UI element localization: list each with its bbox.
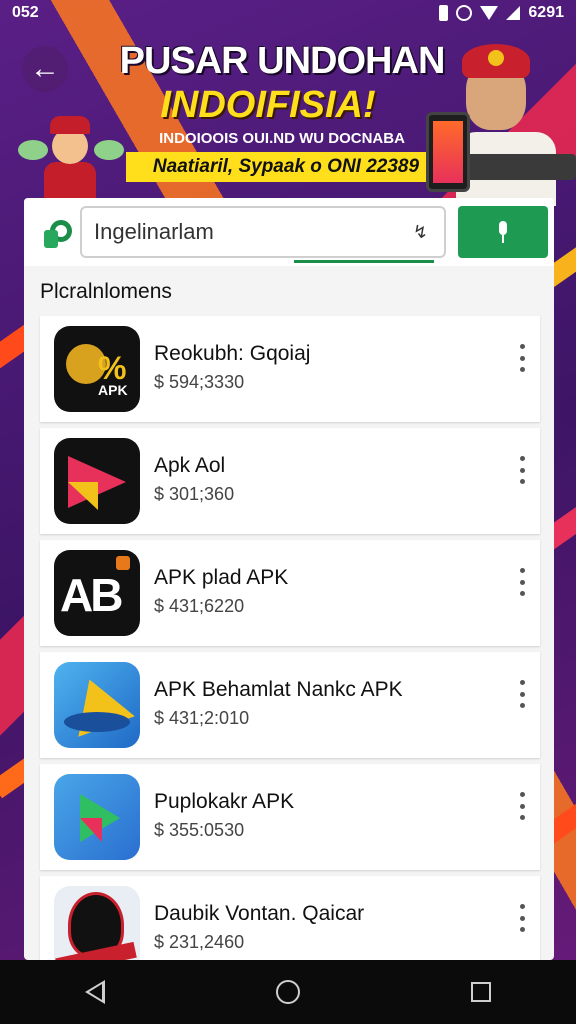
- status-bar: 052 6291: [0, 0, 576, 26]
- more-vert-icon[interactable]: [516, 344, 528, 372]
- back-arrow-icon: ←: [30, 52, 60, 85]
- banner-headline: INDOIFISIA!: [160, 84, 376, 126]
- app-list: % APK Reokubh: Gqoiaj $ 594;3330 Apk Aol…: [40, 316, 540, 960]
- app-size: $ 355:0530: [154, 820, 245, 840]
- list-item[interactable]: Apk Aol $ 301;360: [40, 428, 540, 534]
- search-logo-icon: [44, 216, 78, 250]
- triangle-play-icon: [54, 438, 140, 524]
- voice-wave-icon[interactable]: ↯: [413, 222, 428, 243]
- section-title: Plcralnlomens: [40, 280, 172, 303]
- mascot-illustration: [18, 114, 124, 204]
- promo-banner[interactable]: ← PUSAR UNDOHAN INDOIFISIA! INDOIOOIS OU…: [0, 26, 576, 206]
- notification-icon: [439, 5, 449, 21]
- navigation-bar: [0, 960, 576, 1024]
- app-size: $ 594;3330: [154, 372, 245, 392]
- shield-emblem-icon: [54, 886, 140, 960]
- search-input[interactable]: Ingelinarlam ↯: [80, 206, 446, 258]
- search-row: Ingelinarlam ↯: [24, 198, 554, 266]
- list-item[interactable]: AB APK plad APK $ 431;6220: [40, 540, 540, 646]
- banner-strip: Naatiaril, Sypaak o ONI 22389: [126, 152, 446, 182]
- paper-plane-icon: [54, 662, 140, 748]
- list-item[interactable]: Puplokakr APK $ 355:0530: [40, 764, 540, 870]
- app-name: APK plad APK: [154, 566, 289, 589]
- more-vert-icon[interactable]: [516, 456, 528, 484]
- status-left-text: 052: [12, 4, 39, 21]
- app-name: Apk Aol: [154, 454, 226, 477]
- mic-icon: [496, 221, 510, 243]
- app-name: Daubik Vontan. Qaicar: [154, 902, 365, 925]
- app-name: Reokubh: Gqoiaj: [154, 342, 311, 365]
- back-button[interactable]: ←: [22, 46, 68, 92]
- more-vert-icon[interactable]: [516, 680, 528, 708]
- app-list-card: Ingelinarlam ↯ Plcralnlomens % APK Reoku…: [24, 198, 554, 960]
- app-size: $ 431;6220: [154, 596, 245, 616]
- wifi-icon: [480, 6, 499, 20]
- app-name: APK Behamlat Nankc APK: [154, 678, 403, 701]
- play-store-icon: [54, 774, 140, 860]
- app-name: Puplokakr APK: [154, 790, 295, 813]
- garuda-apk-icon: % APK: [54, 326, 140, 412]
- more-vert-icon[interactable]: [516, 568, 528, 596]
- more-vert-icon[interactable]: [516, 904, 528, 932]
- banner-title: PUSAR UNDOHAN: [119, 40, 446, 82]
- mic-button[interactable]: [458, 206, 548, 258]
- nav-back-icon[interactable]: [85, 980, 106, 1004]
- status-right-text: 6291: [528, 4, 564, 21]
- search-input-value: Ingelinarlam: [94, 219, 214, 244]
- status-icons: 6291: [439, 4, 564, 22]
- ab-logo-icon: AB: [54, 550, 140, 636]
- app-size: $ 431;2:010: [154, 708, 250, 728]
- list-item[interactable]: % APK Reokubh: Gqoiaj $ 594;3330: [40, 316, 540, 422]
- banner-subtitle: INDOIOOIS OUI.ND WU DOCNABA: [159, 130, 405, 147]
- sync-icon: [456, 5, 473, 21]
- nav-recents-icon[interactable]: [470, 982, 491, 1002]
- app-size: $ 301;360: [154, 484, 235, 504]
- list-item[interactable]: Daubik Vontan. Qaicar $ 231,2460: [40, 876, 540, 960]
- nav-home-icon[interactable]: [275, 980, 300, 1004]
- more-vert-icon[interactable]: [516, 792, 528, 820]
- list-item[interactable]: APK Behamlat Nankc APK $ 431;2:010: [40, 652, 540, 758]
- signal-icon: [506, 6, 521, 20]
- search-underline: [294, 260, 434, 263]
- app-size: $ 231,2460: [154, 932, 245, 952]
- person-illustration: [426, 36, 576, 206]
